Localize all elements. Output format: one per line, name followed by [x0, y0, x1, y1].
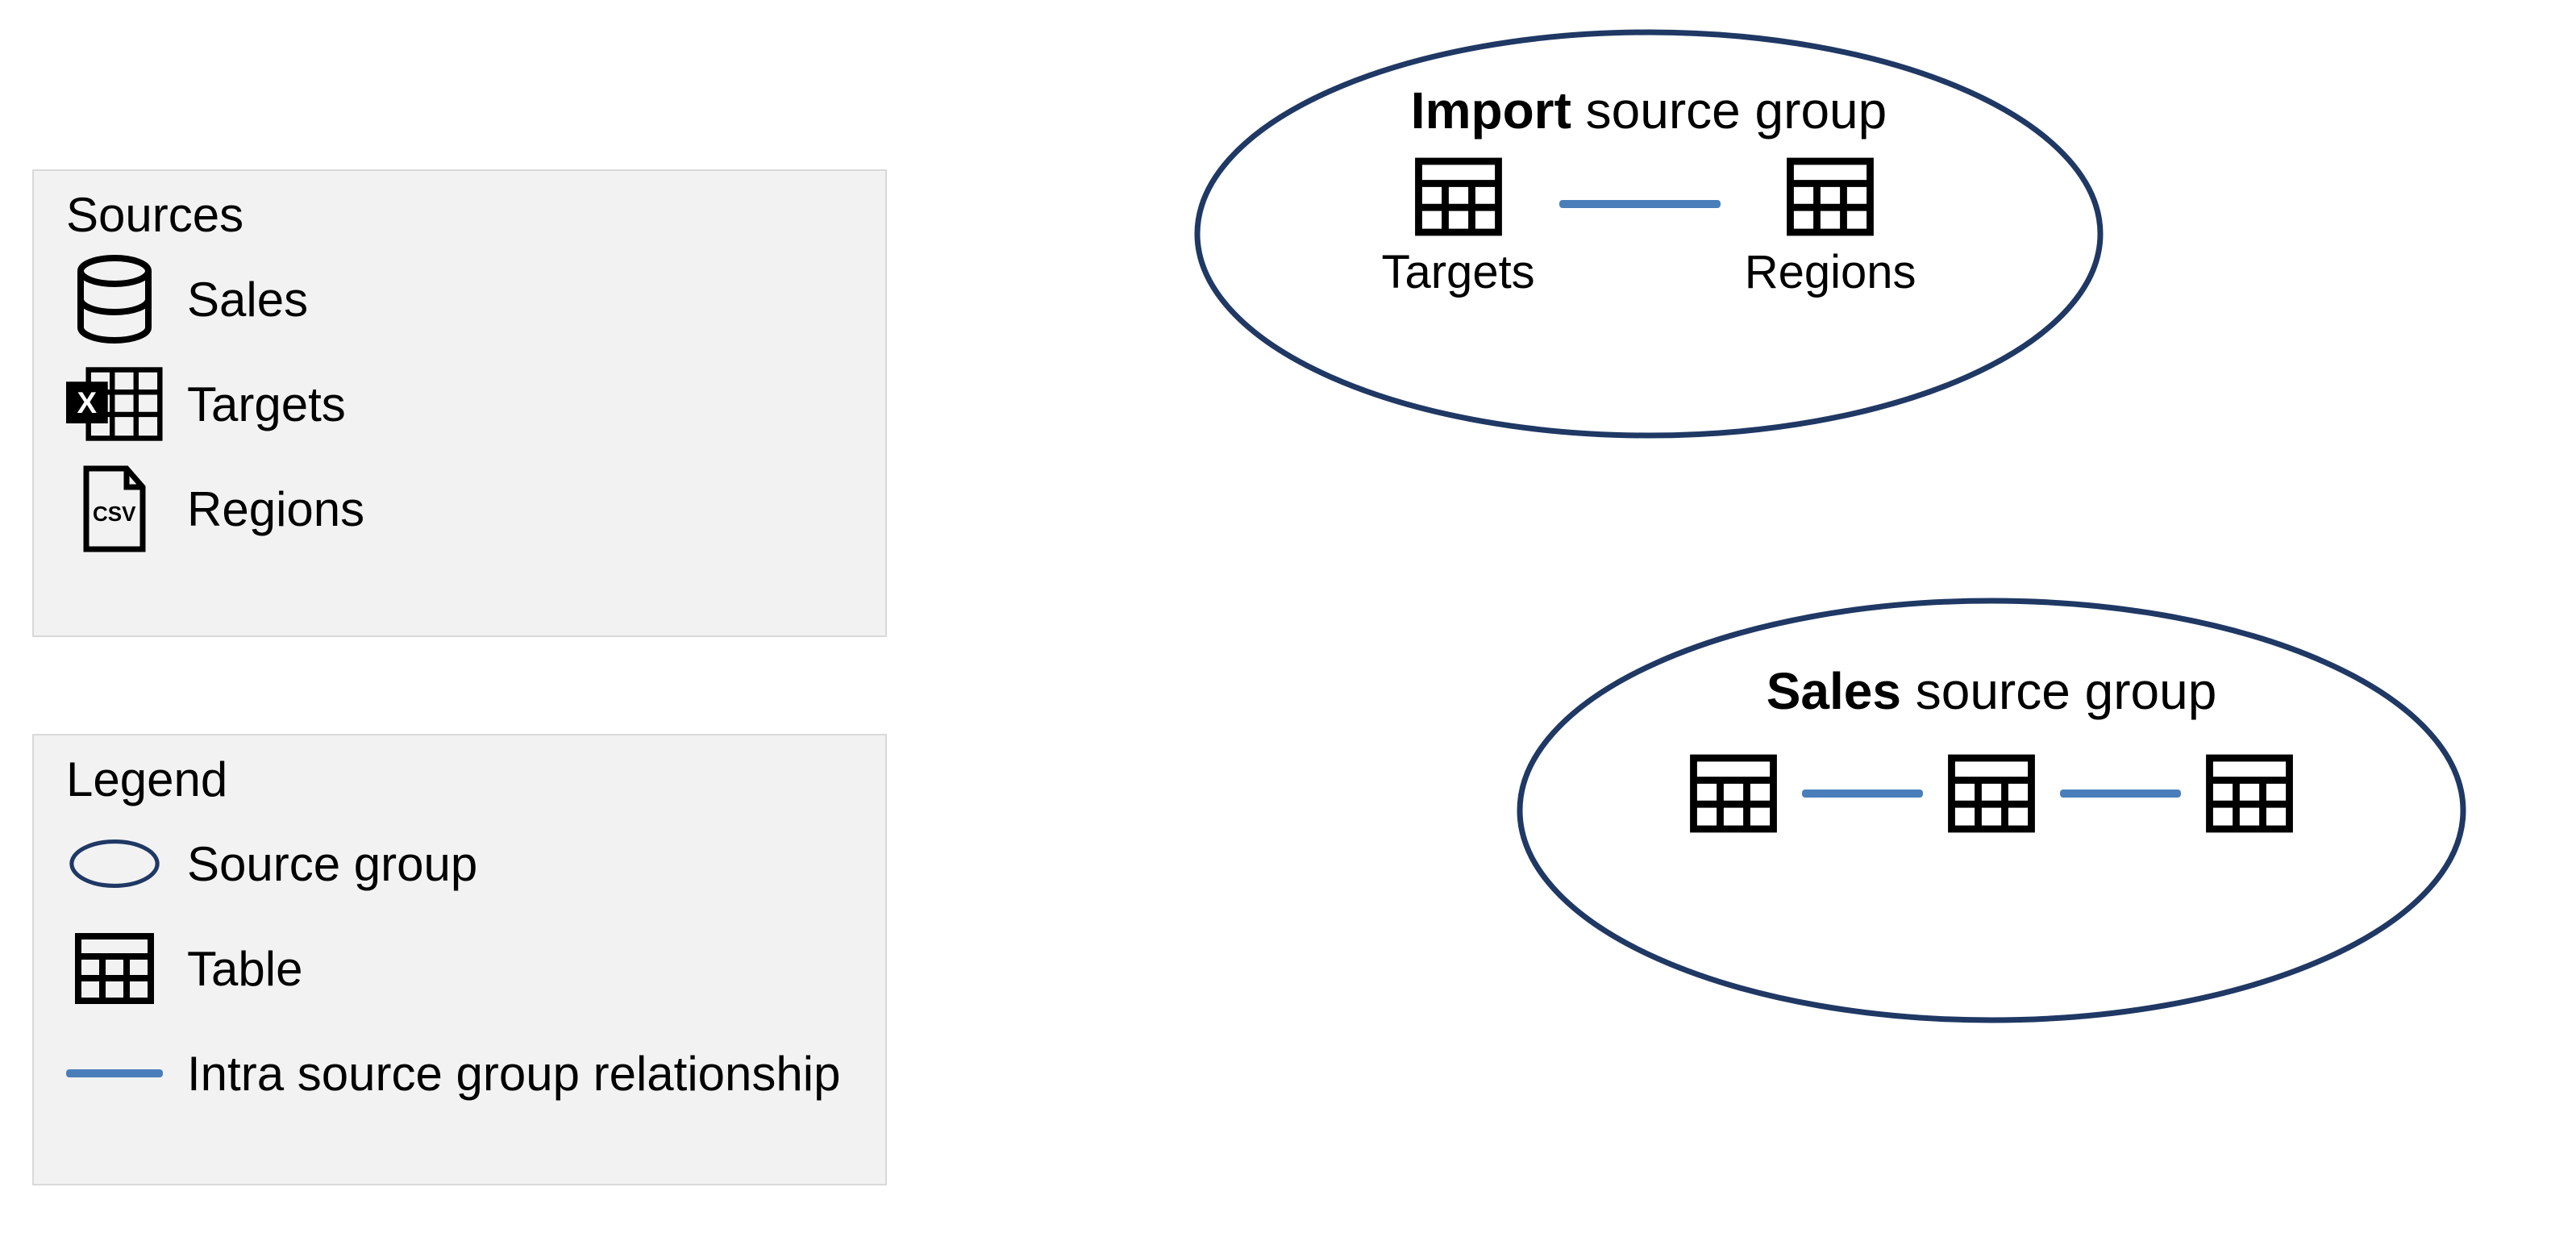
relationship-connector [1559, 200, 1721, 208]
table-icon [1689, 753, 1778, 834]
table-regions: Regions [1745, 156, 1916, 299]
sales-tables [1508, 753, 2475, 834]
group-title-bold: Import [1411, 81, 1571, 140]
table-icon [66, 924, 163, 1013]
source-label: Sales [187, 272, 308, 327]
svg-text:X: X [77, 386, 98, 419]
svg-text:CSV: CSV [93, 502, 136, 526]
relationship-connector [1802, 789, 1923, 798]
table-icon [2205, 753, 2294, 834]
source-label: Targets [187, 377, 346, 432]
group-title-rest: source group [1901, 662, 2216, 720]
table-generic [1689, 753, 1778, 834]
sources-title: Sources [66, 187, 853, 243]
table-caption: Regions [1745, 245, 1916, 299]
sources-panel: Sources Sales [32, 169, 887, 637]
csv-file-icon: CSV [66, 465, 163, 553]
table-generic [1947, 753, 2036, 834]
source-row-sales: Sales [66, 251, 853, 348]
table-icon [1414, 156, 1503, 237]
ellipse-icon [66, 819, 163, 908]
group-title-rest: source group [1571, 81, 1887, 140]
source-row-targets: X Targets [66, 356, 853, 452]
group-title: Import source group [1185, 81, 2112, 140]
table-caption: Targets [1381, 245, 1534, 299]
line-icon [66, 1029, 163, 1118]
legend-row-relationship: Intra source group relationship [66, 1025, 853, 1122]
legend-row-source-group: Source group [66, 815, 853, 912]
legend-row-table: Table [66, 920, 853, 1017]
import-source-group: Import source group Targets [1185, 24, 2112, 444]
table-icon [1786, 156, 1875, 237]
excel-icon: X [66, 360, 163, 448]
legend-label: Table [187, 941, 302, 997]
table-targets: Targets [1381, 156, 1534, 299]
group-title: Sales source group [1508, 661, 2475, 721]
group-title-bold: Sales [1767, 662, 1901, 720]
source-row-regions: CSV Regions [66, 460, 853, 557]
legend-panel: Legend Source group Table [32, 734, 887, 1185]
legend-label: Intra source group relationship [187, 1046, 840, 1102]
database-icon [66, 255, 163, 344]
source-label: Regions [187, 481, 364, 537]
table-icon [1947, 753, 2036, 834]
sales-source-group: Sales source group [1508, 589, 2475, 1032]
legend-label: Source group [187, 836, 477, 892]
import-tables: Targets Regions [1185, 156, 2112, 299]
legend-title: Legend [66, 752, 853, 807]
relationship-connector [2060, 789, 2181, 798]
table-generic [2205, 753, 2294, 834]
